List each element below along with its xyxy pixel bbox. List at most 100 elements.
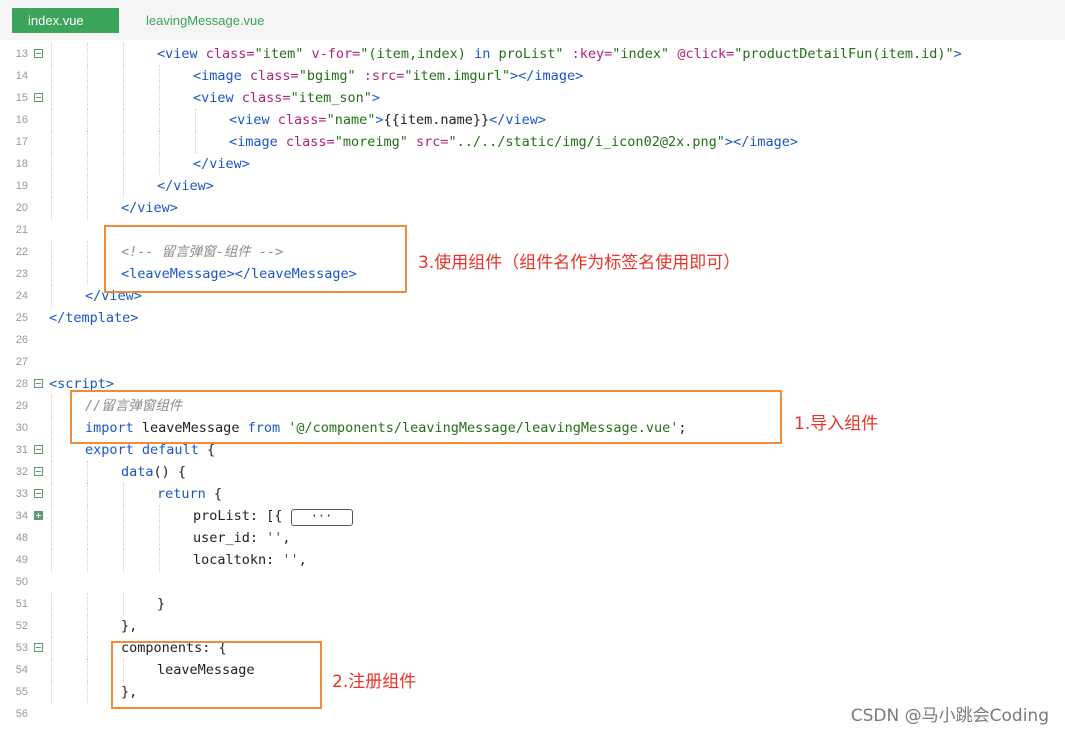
annotation-register-component: 2.注册组件	[332, 672, 417, 692]
indent-guide	[123, 593, 124, 615]
highlight-box-use-component	[104, 225, 407, 293]
indent-guide	[51, 131, 52, 153]
code-token: "bgimg"	[298, 68, 356, 84]
fold-collapse-icon[interactable]	[34, 93, 43, 102]
code-text: localtokn: '',	[193, 549, 307, 571]
code-token: <view	[157, 46, 206, 62]
tab-index-vue[interactable]: index.vue	[12, 8, 119, 33]
tab-leaving-message-vue[interactable]: leavingMessage.vue	[146, 8, 265, 33]
code-line[interactable]: 34 proList: [{ ···	[0, 505, 1065, 527]
code-line[interactable]: 50	[0, 571, 1065, 593]
indent-guide	[123, 483, 124, 505]
indent-guide	[51, 153, 52, 175]
line-number: 21	[15, 224, 28, 236]
code-token: :src=	[363, 68, 405, 84]
code-line[interactable]: 14 <image class="bgimg" :src="item.imgurl…	[0, 65, 1065, 87]
line-number: 16	[15, 114, 28, 126]
indent-guide	[87, 681, 88, 703]
indent-guide	[87, 65, 88, 87]
line-number: 14	[15, 70, 28, 82]
fold-collapse-icon[interactable]	[34, 489, 43, 498]
line-number: 17	[15, 136, 28, 148]
code-token: >	[371, 90, 380, 106]
code-line[interactable]: 18 </view>	[0, 153, 1065, 175]
line-number: 23	[15, 268, 28, 280]
line-number: 20	[15, 202, 28, 214]
line-number: 31	[15, 444, 28, 456]
code-token: data	[121, 464, 154, 480]
indent-guide	[51, 637, 52, 659]
indent-guide	[159, 109, 160, 131]
code-line[interactable]: 16 <view class="name">{{item.name}}</view…	[0, 109, 1065, 131]
line-number: 25	[15, 312, 28, 324]
code-token: localtokn:	[193, 552, 283, 568]
line-number: 51	[15, 598, 28, 610]
indent-guide	[51, 439, 52, 461]
code-line[interactable]: 19 </view>	[0, 175, 1065, 197]
code-token: >	[953, 46, 962, 62]
indent-guide	[87, 593, 88, 615]
line-number: 32	[15, 466, 28, 478]
fold-expand-icon[interactable]	[34, 511, 43, 520]
fold-collapse-icon[interactable]	[34, 467, 43, 476]
fold-collapse-icon[interactable]	[34, 379, 43, 388]
line-number: 13	[15, 48, 28, 60]
indent-guide	[159, 153, 160, 175]
line-number: 29	[15, 400, 28, 412]
code-token: v-for=	[311, 46, 361, 62]
code-token: </view>	[193, 156, 250, 172]
code-token: </view>	[121, 200, 178, 216]
code-token: "../../static/img/i_icon02@2x.png"	[448, 134, 725, 150]
code-line[interactable]: 49 localtokn: '',	[0, 549, 1065, 571]
annotation-import-component: 1.导入组件	[794, 414, 879, 434]
code-line[interactable]: 48 user_id: '',	[0, 527, 1065, 549]
code-token: () {	[153, 464, 187, 480]
code-line[interactable]: 32 data() {	[0, 461, 1065, 483]
code-text: <image class="bgimg" :src="item.imgurl">…	[193, 65, 583, 87]
indent-guide	[159, 87, 160, 109]
code-line[interactable]: 17 <image class="moreimg" src="../../stat…	[0, 131, 1065, 153]
code-text: user_id: '',	[193, 527, 291, 549]
code-text: </template>	[49, 307, 138, 329]
code-token: "(item,index)	[360, 46, 475, 62]
fold-collapse-icon[interactable]	[34, 49, 43, 58]
code-line[interactable]: 26	[0, 329, 1065, 351]
code-line[interactable]: 52},	[0, 615, 1065, 637]
code-token: class=	[205, 46, 255, 62]
code-token: <image	[193, 68, 250, 84]
indent-guide	[87, 175, 88, 197]
indent-guide	[159, 527, 160, 549]
fold-collapse-icon[interactable]	[34, 643, 43, 652]
code-token: }	[157, 596, 166, 612]
code-line[interactable]: 25 </template>	[0, 307, 1065, 329]
indent-guide	[51, 593, 52, 615]
indent-guide	[87, 87, 88, 109]
indent-guide	[159, 549, 160, 571]
code-editor[interactable]: 13 <view class="item" v-for="(item,index)…	[0, 43, 1065, 734]
code-line[interactable]: 15 <view class="item_son">	[0, 87, 1065, 109]
line-number: 53	[15, 642, 28, 654]
code-text: </view>	[157, 175, 214, 197]
line-number: 27	[15, 356, 28, 368]
code-line[interactable]: 27	[0, 351, 1065, 373]
indent-guide	[159, 505, 160, 527]
code-line[interactable]: 13 <view class="item" v-for="(item,index)…	[0, 43, 1065, 65]
folded-region-pill[interactable]: ···	[290, 508, 353, 526]
code-text: </view>	[121, 197, 178, 219]
code-line[interactable]: 33 return {	[0, 483, 1065, 505]
line-number: 15	[15, 92, 28, 104]
code-line[interactable]: 20 </view>	[0, 197, 1065, 219]
line-number: 30	[15, 422, 28, 434]
code-token: "item.imgurl"	[404, 68, 511, 84]
indent-guide	[123, 65, 124, 87]
indent-guide	[51, 417, 52, 439]
line-number: 33	[15, 488, 28, 500]
indent-guide	[123, 527, 124, 549]
fold-collapse-icon[interactable]	[34, 445, 43, 454]
indent-guide	[87, 197, 88, 219]
indent-guide	[195, 109, 196, 131]
code-token: <view	[229, 112, 278, 128]
code-line[interactable]: 51}	[0, 593, 1065, 615]
